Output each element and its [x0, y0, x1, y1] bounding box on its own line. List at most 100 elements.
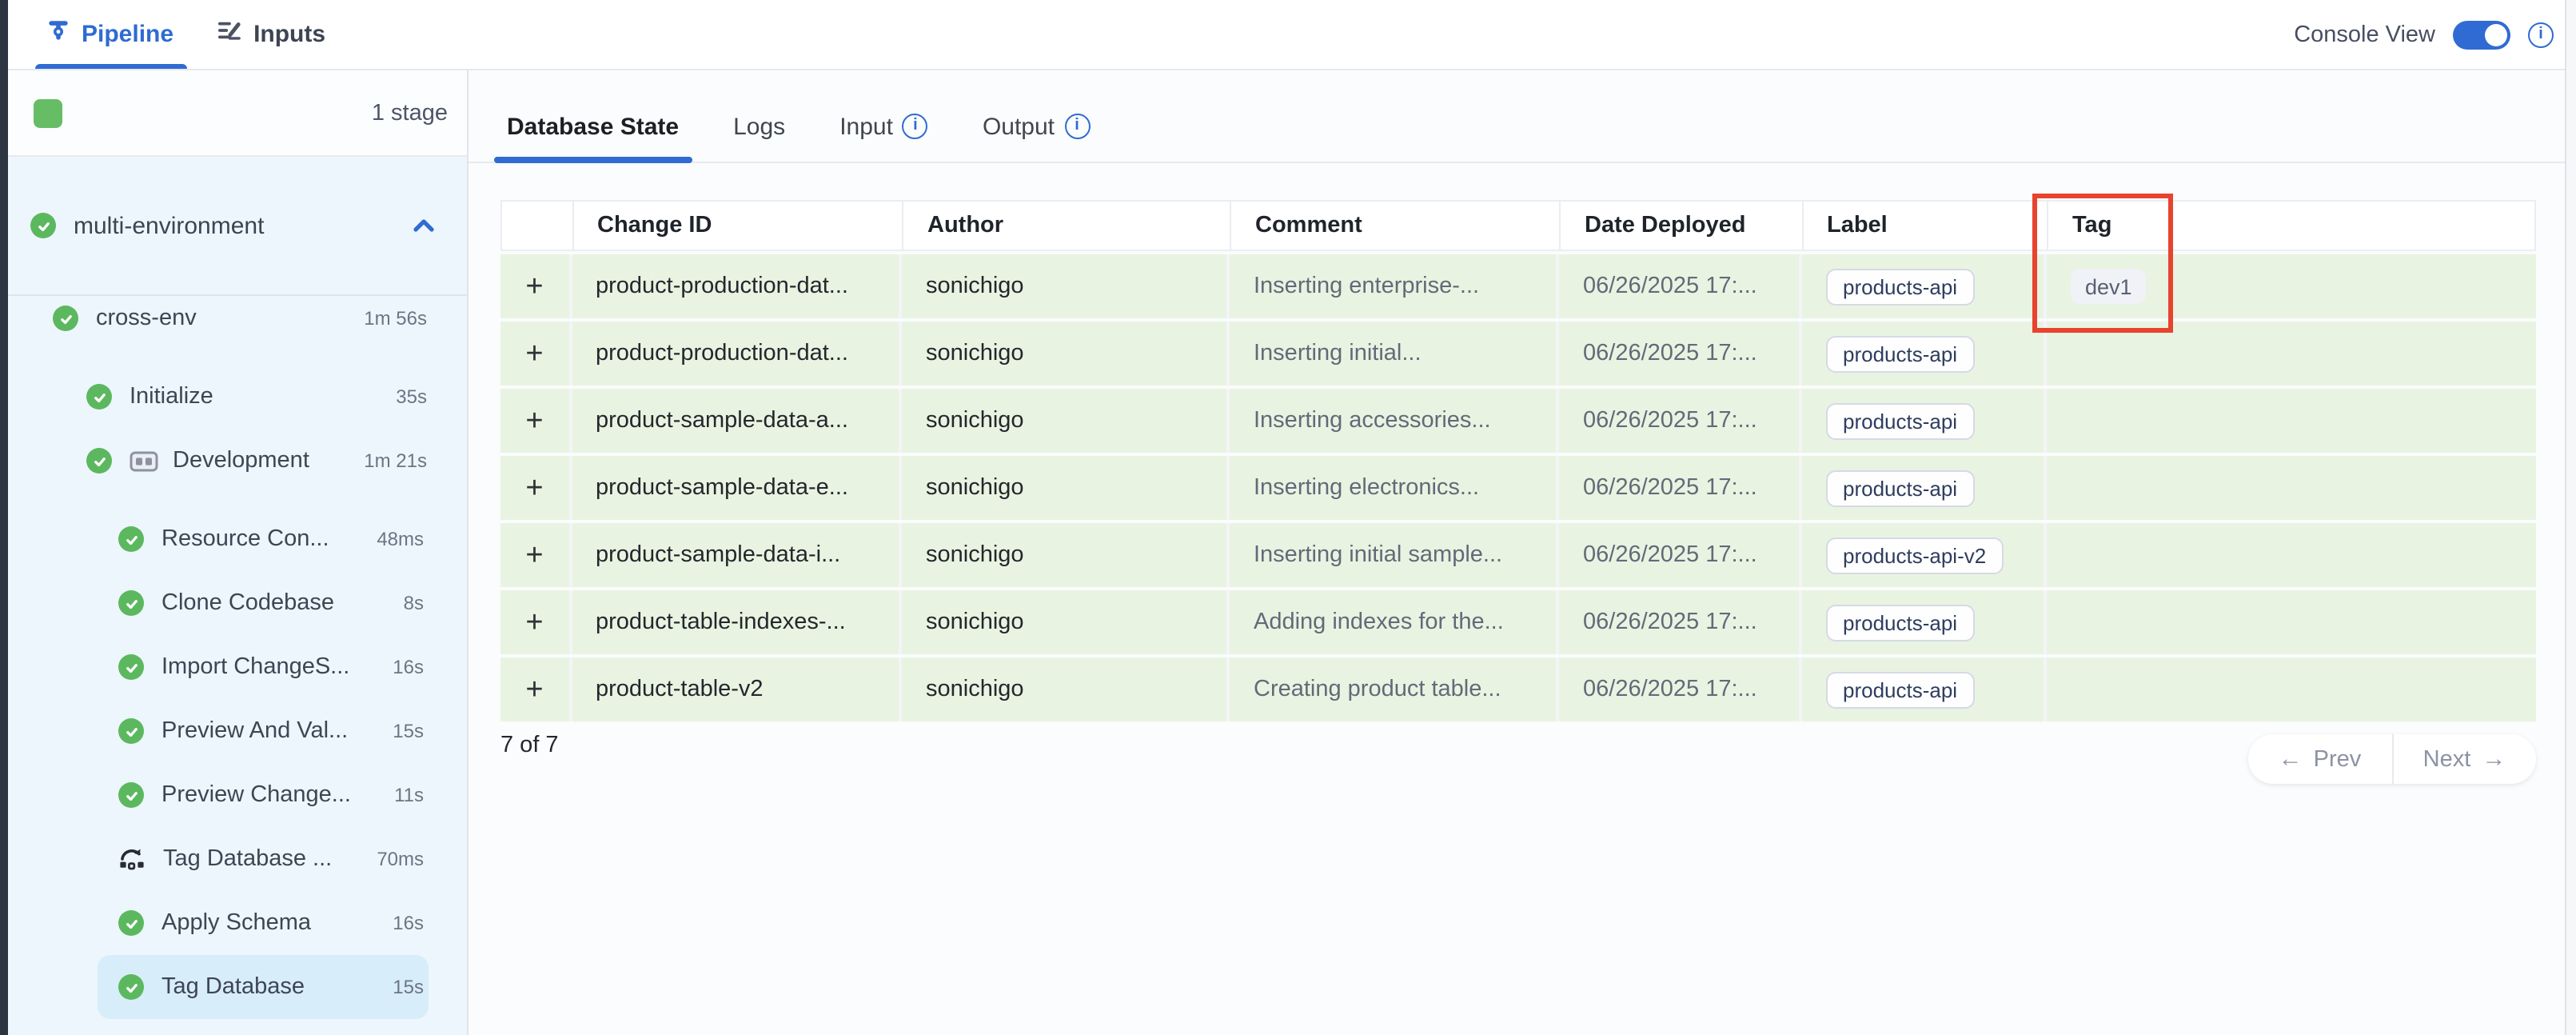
- cell-author: sonichigo: [902, 389, 1230, 453]
- expand-row-icon[interactable]: +: [525, 473, 543, 503]
- expand-row-icon[interactable]: +: [525, 271, 543, 302]
- step-details-panel: Database State Logs Input i Output i Cha…: [469, 70, 2576, 1035]
- sidebar-item-tag-database-rollback[interactable]: Tag Database ... 70ms: [98, 827, 429, 891]
- tab-label: Input: [839, 113, 893, 140]
- tag-badge: dev1: [2071, 269, 2147, 304]
- step-label: Tag Database ...: [163, 846, 332, 872]
- success-check-icon: [86, 448, 112, 474]
- step-label: Preview And Val...: [161, 718, 348, 744]
- input-info-icon[interactable]: i: [903, 114, 928, 139]
- expand-row-icon[interactable]: +: [525, 674, 543, 705]
- table-row[interactable]: + product-production-dat... sonichigo In…: [500, 322, 2536, 386]
- sidebar-item-cross-env[interactable]: cross-env 1m 56s: [8, 286, 467, 350]
- table-row[interactable]: + product-production-dat... sonichigo In…: [500, 254, 2536, 318]
- step-label: cross-env: [96, 306, 197, 331]
- sidebar-item-development[interactable]: Development 1m 21s: [8, 429, 467, 493]
- tab-logs[interactable]: Logs: [720, 90, 798, 162]
- sidebar-item-pipeline-root[interactable]: multi-environment: [8, 157, 467, 296]
- sidebar-item-preview-changes[interactable]: Preview Change... 11s: [98, 763, 429, 827]
- cell-author: sonichigo: [902, 657, 1230, 721]
- step-label: Import ChangeS...: [161, 654, 349, 680]
- step-label: Clone Codebase: [161, 590, 334, 616]
- step-duration: 15s: [393, 720, 424, 742]
- sidebar-item-import-changesets[interactable]: Import ChangeS... 16s: [98, 635, 429, 699]
- success-check-icon: [118, 910, 144, 936]
- step-duration: 15s: [393, 976, 424, 998]
- cell-change-id: product-production-dat...: [572, 322, 902, 386]
- expand-row-icon[interactable]: +: [525, 338, 543, 369]
- step-duration: 48ms: [377, 528, 424, 550]
- prev-page-button[interactable]: ← Prev: [2248, 734, 2393, 784]
- chevron-up-icon[interactable]: [413, 218, 435, 234]
- expand-row-icon[interactable]: +: [525, 607, 543, 637]
- cell-change-id: product-production-dat...: [572, 254, 902, 318]
- sidebar-item-apply-schema[interactable]: Apply Schema 16s: [98, 891, 429, 955]
- stage-count-label: 1 stage: [372, 100, 448, 126]
- step-label: Tag Database: [161, 974, 305, 1000]
- cell-date-deployed: 06/26/2025 17:...: [1559, 322, 1801, 386]
- success-check-icon: [86, 384, 112, 410]
- cell-change-id: product-table-indexes-...: [572, 590, 902, 654]
- rollback-icon: [118, 846, 146, 872]
- tab-label: Logs: [733, 113, 785, 140]
- expand-row-icon[interactable]: +: [525, 406, 543, 436]
- table-row[interactable]: + product-table-v2 sonichigo Creating pr…: [500, 657, 2536, 721]
- header-tag: Tag: [2048, 202, 2534, 250]
- cell-author: sonichigo: [902, 322, 1230, 386]
- label-badge: products-api: [1825, 671, 1975, 708]
- table-header-row: Change ID Author Comment Date Deployed L…: [500, 200, 2536, 251]
- cell-tag: [2047, 322, 2536, 386]
- cell-date-deployed: 06/26/2025 17:...: [1559, 523, 1801, 587]
- cell-comment: Adding indexes for the...: [1230, 590, 1559, 654]
- tab-database-state[interactable]: Database State: [494, 90, 692, 162]
- step-label: Preview Change...: [161, 782, 351, 808]
- label-badge: products-api: [1825, 402, 1975, 439]
- step-duration: 35s: [396, 386, 427, 408]
- header-date-deployed: Date Deployed: [1561, 202, 1803, 250]
- sidebar-item-initialize[interactable]: Initialize 35s: [8, 365, 467, 429]
- sidebar-item-preview-and-validate[interactable]: Preview And Val... 15s: [98, 699, 429, 763]
- tab-label: Database State: [507, 113, 679, 140]
- cell-date-deployed: 06/26/2025 17:...: [1559, 389, 1801, 453]
- header-expand-column: [502, 202, 573, 250]
- table-row[interactable]: + product-sample-data-i... sonichigo Ins…: [500, 523, 2536, 587]
- sidebar-item-tag-database[interactable]: Tag Database 15s: [98, 955, 429, 1019]
- active-tab-underline: [494, 157, 692, 162]
- output-info-icon[interactable]: i: [1064, 114, 1090, 139]
- cell-comment: Inserting electronics...: [1230, 456, 1559, 520]
- success-check-icon: [118, 782, 144, 808]
- pipeline-name-label: multi-environment: [74, 212, 264, 239]
- database-state-table: Change ID Author Comment Date Deployed L…: [500, 200, 2536, 721]
- pipeline-icon: [48, 19, 69, 50]
- tab-output[interactable]: Output i: [970, 90, 1103, 162]
- cell-comment: Creating product table...: [1230, 657, 1559, 721]
- tab-inputs[interactable]: Inputs: [204, 0, 338, 69]
- tab-pipeline[interactable]: Pipeline: [35, 0, 186, 69]
- expand-row-icon[interactable]: +: [525, 540, 543, 570]
- header-author: Author: [903, 202, 1231, 250]
- table-row[interactable]: + product-sample-data-e... sonichigo Ins…: [500, 456, 2536, 520]
- step-duration: 70ms: [377, 848, 424, 870]
- inputs-icon: [217, 19, 241, 50]
- vertical-scrollbar[interactable]: [2565, 0, 2576, 1035]
- step-duration: 16s: [393, 912, 424, 934]
- tab-input[interactable]: Input i: [827, 90, 941, 162]
- step-tree: cross-env 1m 56s Initialize 35s Developm…: [8, 286, 467, 1019]
- step-group-icon: [130, 450, 158, 471]
- toggle-knob: [2485, 23, 2507, 46]
- table-row[interactable]: + product-table-indexes-... sonichigo Ad…: [500, 590, 2536, 654]
- cell-comment: Inserting enterprise-...: [1230, 254, 1559, 318]
- sidebar-item-resource-constraint[interactable]: Resource Con... 48ms: [98, 507, 429, 571]
- next-page-button[interactable]: Next →: [2393, 734, 2536, 784]
- stage-status-square: [34, 98, 62, 127]
- console-view-toggle[interactable]: [2453, 20, 2510, 49]
- table-row[interactable]: + product-sample-data-a... sonichigo Ins…: [500, 389, 2536, 453]
- tab-pipeline-label: Pipeline: [82, 21, 173, 48]
- success-check-icon: [118, 718, 144, 744]
- left-dark-rail: [0, 0, 8, 1035]
- sidebar-item-clone-codebase[interactable]: Clone Codebase 8s: [98, 571, 429, 635]
- console-view-label: Console View: [2294, 22, 2435, 47]
- console-view-info-icon[interactable]: i: [2528, 22, 2554, 47]
- cell-date-deployed: 06/26/2025 17:...: [1559, 590, 1801, 654]
- cell-date-deployed: 06/26/2025 17:...: [1559, 254, 1801, 318]
